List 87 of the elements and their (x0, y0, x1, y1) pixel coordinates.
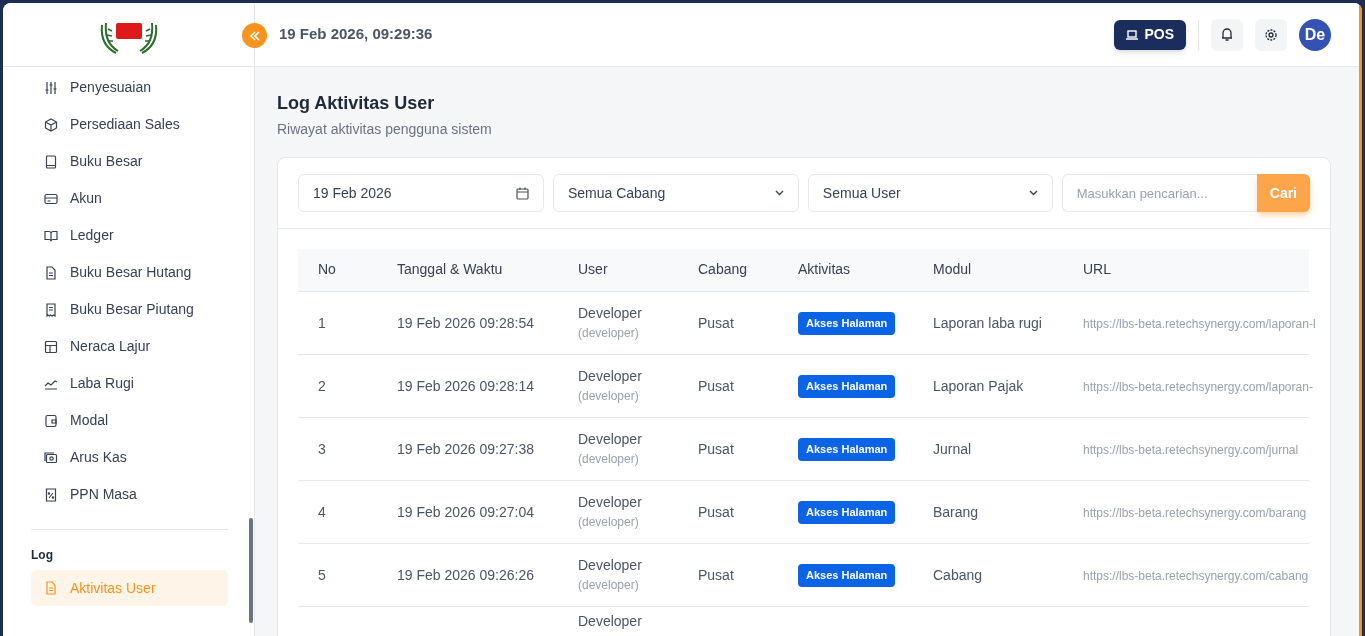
calendar-icon (515, 186, 529, 200)
user-name: Developer (578, 492, 643, 512)
datetime-cell: 19 Feb 2026 09:28:54 (397, 314, 534, 331)
column-header: Cabang (678, 249, 778, 291)
box-icon (44, 117, 58, 132)
column-header: Aktivitas (778, 249, 913, 291)
open-book-icon (44, 228, 58, 243)
activity-badge: Akses Halaman (798, 438, 896, 461)
datetime-cell: 19 Feb 2026 09:27:04 (397, 503, 534, 520)
sidebar-item[interactable]: Neraca Lajur (31, 328, 228, 365)
username: (developer) (578, 324, 640, 342)
user-dropdown[interactable]: Semua User (807, 174, 1053, 212)
sidebar-item[interactable]: Arus Kas (31, 439, 228, 476)
branch-cell: Pusat (698, 566, 734, 583)
laptop-icon (1126, 29, 1139, 40)
user-name: Developer (578, 366, 643, 386)
row-number: 3 (318, 440, 326, 457)
module-cell: Jurnal (933, 440, 972, 457)
module-cell: Cabang (933, 566, 983, 583)
wallet-icon (44, 413, 58, 428)
user-avatar[interactable]: De (1299, 18, 1331, 51)
user-name: Developer (578, 555, 643, 575)
column-header: No (298, 249, 377, 291)
user-name: Developer (578, 429, 643, 449)
datetime-cell: 19 Feb 2026 09:27:38 (397, 440, 534, 457)
document-icon (44, 581, 58, 595)
activity-badge: Akses Halaman (798, 564, 896, 587)
branch-dropdown[interactable]: Semua Cabang (552, 174, 799, 212)
branch-cell: Pusat (698, 377, 734, 394)
branch-cell: Pusat (698, 503, 734, 520)
receipt-icon (44, 302, 58, 317)
sidebar-item[interactable]: Persediaan Sales (31, 106, 228, 143)
bell-icon (1220, 27, 1234, 42)
module-cell: Barang (933, 503, 979, 520)
section-heading: Log (31, 547, 54, 564)
activity-badge: Akses Halaman (798, 312, 896, 335)
scrollbar-thumb[interactable] (249, 518, 253, 623)
datetime-cell: 19 Feb 2026 09:28:14 (397, 377, 534, 394)
column-header: User (558, 249, 678, 291)
card-icon (44, 191, 58, 206)
page-title: Log Aktivitas User (277, 92, 436, 115)
user-name: Developer (578, 611, 643, 631)
column-header: URL (1063, 249, 1309, 291)
sidebar-item[interactable]: Laba Rugi (31, 365, 228, 402)
column-header: Tanggal & Waktu (377, 249, 558, 291)
sliders-icon (44, 80, 58, 95)
sidebar-item[interactable]: Buku Besar (31, 143, 228, 180)
settings-button[interactable] (1255, 18, 1287, 51)
current-datetime: 19 Feb 2026, 09:29:36 (279, 24, 433, 45)
cash-icon (44, 450, 58, 465)
user-name: Developer (578, 303, 643, 323)
sidebar-item[interactable]: Buku Besar Piutang (31, 291, 228, 328)
module-cell: Laporan laba rugi (933, 314, 1042, 331)
search-field[interactable]: Masukkan pencarian... (1061, 174, 1257, 212)
username: (developer) (578, 513, 640, 531)
row-number: 4 (318, 503, 326, 520)
sidebar-item[interactable]: Buku Besar Hutang (31, 254, 228, 291)
document-icon (44, 265, 58, 280)
sidebar-item[interactable]: PPN Masa (31, 476, 228, 513)
row-number: 1 (318, 314, 326, 331)
username: (developer) (578, 450, 640, 468)
branch-cell: Pusat (698, 314, 734, 331)
row-number: 5 (318, 566, 326, 583)
chevron-down-icon (774, 190, 784, 196)
sidebar-item[interactable]: Penyesuaian (31, 69, 228, 106)
module-cell: Laporan Pajak (933, 377, 1024, 394)
table-icon (44, 339, 58, 354)
settings-icon (1264, 27, 1278, 42)
branch-cell: Pusat (698, 440, 734, 457)
book-icon (44, 154, 58, 169)
activity-badge: Akses Halaman (798, 501, 896, 524)
activity-badge: Akses Halaman (798, 375, 896, 398)
column-header: Modul (913, 249, 1063, 291)
datetime-cell: 19 Feb 2026 09:26:26 (397, 566, 534, 583)
sidebar-item[interactable]: Modal (31, 402, 228, 439)
row-number: 2 (318, 377, 326, 394)
chevron-down-icon (1028, 190, 1038, 196)
sidebar-item[interactable]: Ledger (31, 217, 228, 254)
page-subtitle: Riwayat aktivitas pengguna sistem (277, 120, 493, 139)
date-field[interactable]: 19 Feb 2026 (298, 174, 544, 212)
sidebar-item[interactable]: Akun (31, 180, 228, 217)
notification-button[interactable] (1211, 18, 1243, 51)
username: (developer) (578, 576, 640, 594)
pos-button[interactable]: POS (1114, 19, 1186, 50)
username: (developer) (578, 387, 640, 405)
percent-icon (44, 487, 58, 502)
double-chevron-left-icon (248, 29, 261, 42)
